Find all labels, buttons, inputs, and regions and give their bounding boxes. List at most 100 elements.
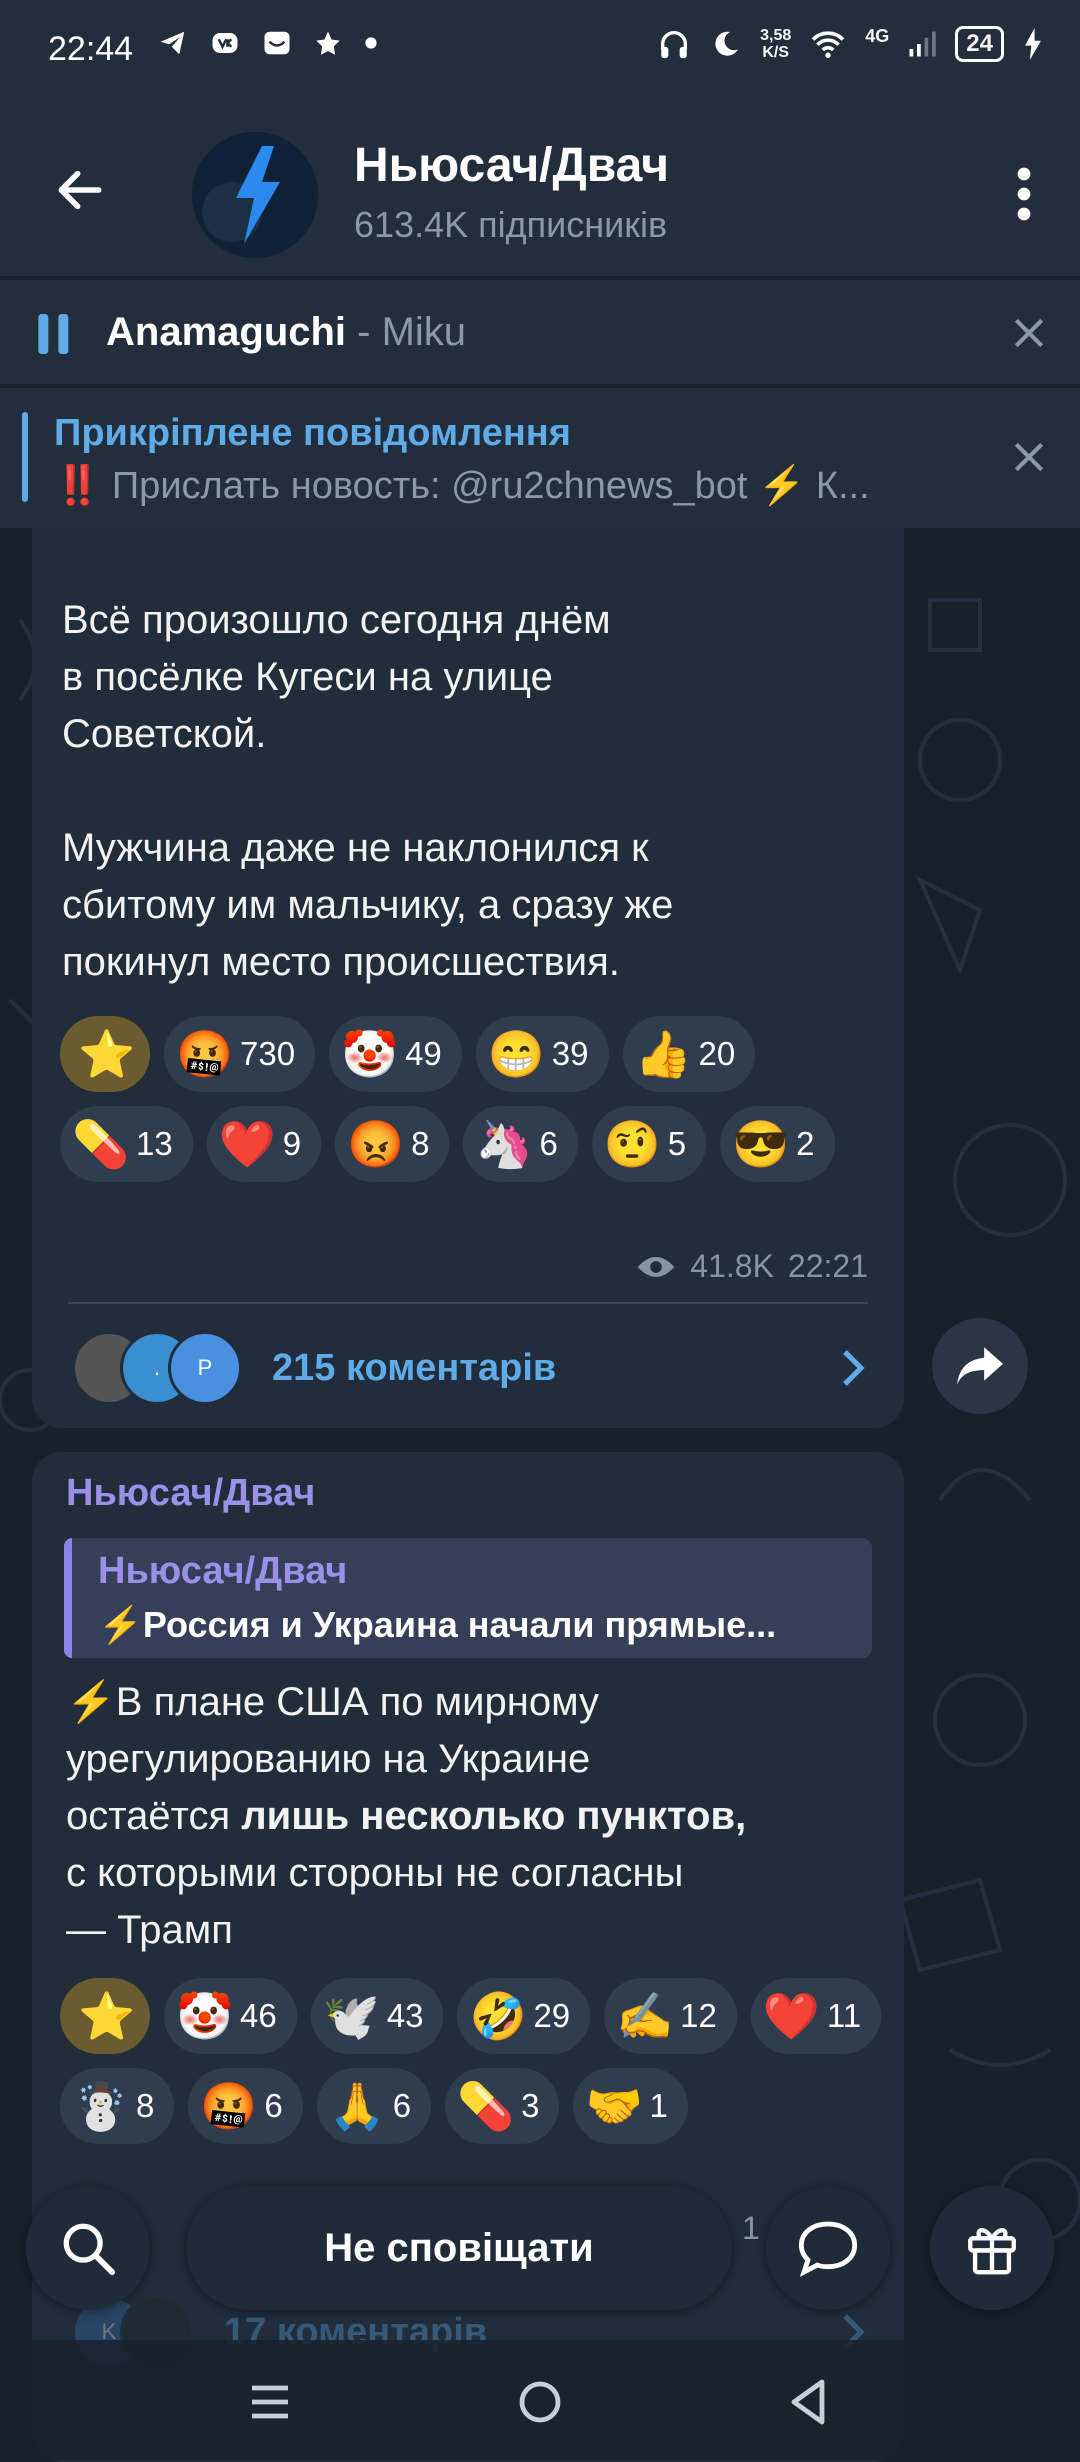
telegram-icon [160,31,185,55]
back-arrow-icon[interactable] [52,162,108,218]
pinned-indicator [22,412,28,502]
channel-avatar[interactable] [192,132,318,258]
back-nav-icon[interactable] [786,2378,830,2426]
comments-link[interactable]: . P 215 коментарів [72,1328,892,1408]
battery-indicator: 24 [955,26,1004,62]
reaction-emoji-icon: 🦄 [475,1117,533,1170]
pinned-message-bar[interactable]: Прикріплене повідомлення ‼️ Прислать нов… [0,388,1080,528]
reaction-button[interactable]: 🙏 6 [316,2068,432,2144]
reaction-count: 13 [136,1125,173,1162]
mute-button[interactable]: Не сповіщати [186,2186,732,2310]
reaction-button[interactable]: 😡 8 [335,1106,450,1182]
reaction-emoji-icon: 🕊️ [322,1989,380,2042]
reaction-button[interactable]: 🕊️ 43 [310,1978,444,2054]
quote-author: Ньюсач/Двач [98,1550,348,1592]
star-icon [316,31,340,55]
reaction-count: 43 [386,1997,424,2034]
audio-separator: - [346,310,382,354]
reaction-count: 8 [136,2087,155,2124]
vk-icon [212,33,238,53]
reaction-emoji-icon: 🙏 [328,2079,386,2132]
reaction-button[interactable]: ❤️ 11 [750,1978,882,2054]
reaction-emoji-icon: 🤨 [603,1117,662,1170]
reaction-button[interactable]: ✍️ 12 [604,1978,737,2054]
more-options-icon[interactable] [1004,164,1044,224]
reaction-count: 6 [392,2087,412,2124]
reaction-button[interactable]: 😎 2 [720,1106,835,1182]
network-speed: 3,58 K/S [760,27,792,61]
dot-icon [365,37,377,49]
reaction-button[interactable]: 🤬 730 [164,1016,316,1092]
reaction-button[interactable]: 🤡 49 [329,1016,462,1092]
reaction-count: 46 [240,1997,277,2034]
reaction-button[interactable]: ❤️ 9 [206,1106,322,1182]
reaction-button[interactable]: 😁 39 [475,1016,609,1092]
pause-icon[interactable] [38,314,72,354]
reaction-count: 29 [533,1997,571,2034]
home-icon[interactable] [516,2378,564,2426]
reaction-emoji-icon: ❤️ [218,1117,276,1170]
search-button[interactable] [26,2186,150,2310]
share-button[interactable] [932,1318,1028,1414]
reaction-emoji-icon: 🤡 [176,1989,234,2042]
reaction-count: 9 [282,1125,302,1162]
reaction-button[interactable]: 🤣 29 [457,1978,591,2054]
message-1-reactions: ⭐ 🤬 730 🤡 49 😁 39 👍 20 💊 13 ❤️ 9 😡 8 🦄 6 🤨 5 😎 2 [60,1016,890,1182]
reply-quote[interactable]: Ньюсач/Двач ⚡Россия и Украина начали пря… [64,1538,872,1658]
lightning-logo-icon [192,132,318,258]
reaction-button[interactable]: 💊 13 [60,1106,193,1182]
status-time: 22:44 [48,30,134,68]
reaction-button[interactable]: 🤝 1 [573,2068,688,2144]
reaction-emoji-icon: 🤝 [585,2079,643,2132]
eye-icon [637,1256,675,1277]
reaction-button[interactable]: 💊 3 [445,2068,560,2144]
audio-player-bar[interactable]: Anamaguchi - Miku [0,280,1080,384]
message-2-author: Ньюсач/Двач [66,1472,316,1514]
reaction-emoji-icon: 🤣 [469,1989,527,2042]
reaction-emoji-icon: ☃️ [72,2079,130,2132]
reaction-count: 20 [698,1035,736,1072]
mail-icon [264,31,290,55]
recent-apps-icon[interactable] [248,2382,292,2422]
reaction-button[interactable]: 🤡 46 [164,1978,297,2054]
gift-icon [968,2228,1016,2275]
reaction-button[interactable]: 🤨 5 [591,1106,707,1182]
channel-title[interactable]: Ньюсач/Двач [354,138,669,193]
pinned-text: ‼️ Прислать новость: @ru2chnews_bot ⚡ К.… [54,465,870,507]
status-bar: 22:44 3,58 K/S 4G 24 [0,0,1080,104]
reaction-emoji-icon: ⭐ [78,1989,136,2042]
charging-icon [1025,28,1041,60]
reaction-button[interactable]: 🦄 6 [463,1106,578,1182]
view-count: 41.8K [690,1248,774,1284]
audio-artist: Anamaguchi [106,310,347,354]
reaction-count: 1 [649,2087,668,2124]
reaction-button[interactable]: 👍 20 [622,1016,756,1092]
gift-button[interactable] [930,2186,1054,2310]
comments-button[interactable] [766,2186,890,2310]
message-2-reactions: ⭐ 🤡 46 🕊️ 43 🤣 29 ✍️ 12 ❤️ 11 ☃️ 8 🤬 6 🙏 6 💊 3 🤝 1 [60,1978,890,2144]
close-player-icon[interactable] [1010,314,1048,352]
reaction-count: 5 [667,1125,687,1162]
reaction-emoji-icon: 💊 [72,1117,130,1170]
reaction-count: 12 [680,1997,717,2034]
reaction-count: 3 [521,2087,540,2124]
reaction-button[interactable]: 🤬 6 [188,2068,303,2144]
message-bubble-1[interactable]: Всё произошло сегодня днём в посёлке Куг… [32,528,904,1428]
reaction-emoji-icon: 😎 [732,1117,790,1170]
message-1-text: Всё произошло сегодня днём в посёлке Куг… [62,598,674,984]
chat-header: Ньюсач/Двач 613.4K підписників [0,104,1080,276]
reaction-button[interactable]: ☃️ 8 [60,2068,175,2144]
now-playing: Anamaguchi - Miku [106,310,466,355]
reaction-count: 730 [240,1035,296,1072]
close-pinned-icon[interactable] [1010,438,1048,476]
headphones-icon [661,31,688,59]
star-reaction-button[interactable]: ⭐ [60,1978,150,2054]
search-icon [63,2223,116,2276]
signal-icon [909,31,937,57]
partial-count: 1 [742,2210,760,2246]
message-2-text: ⚡В плане США по мирному урегулированию н… [66,1680,747,1952]
star-reaction-button[interactable]: ⭐ [60,1016,150,1092]
message-bubble-2[interactable]: Ньюсач/Двач Ньюсач/Двач ⚡Россия и Украин… [32,1452,904,2462]
comments-count: 215 коментарів [272,1346,557,1389]
network-type: 4G [865,26,890,46]
